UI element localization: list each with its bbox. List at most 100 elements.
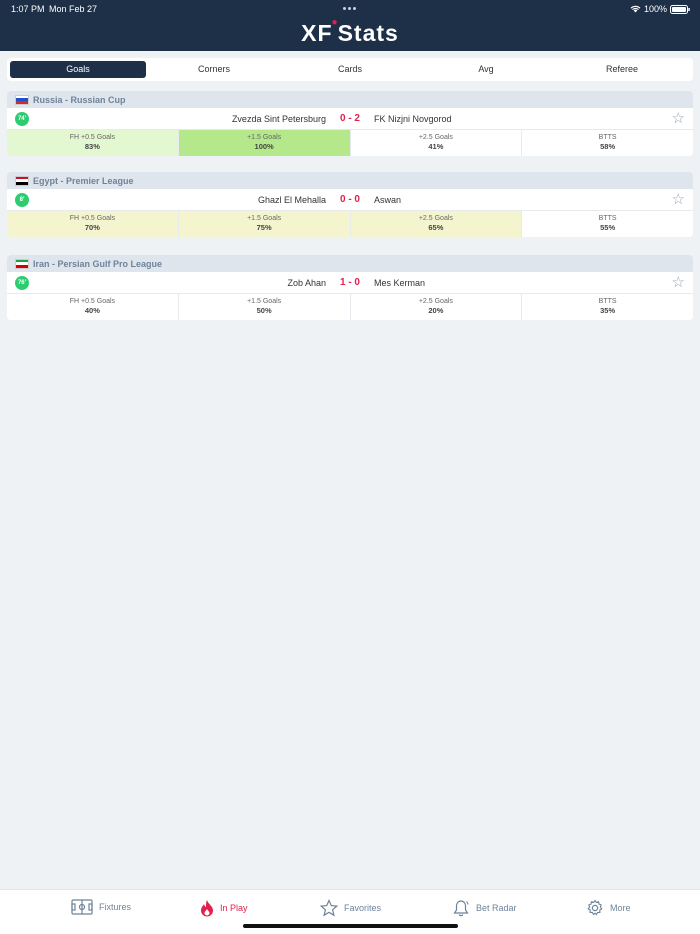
- stat-value: 58%: [600, 142, 616, 151]
- bell-icon: [452, 899, 470, 917]
- away-team: FK Nizjni Novgorod: [374, 114, 452, 124]
- pitch-icon: [71, 899, 93, 915]
- stat-value: 40%: [84, 306, 100, 315]
- gear-icon: [586, 899, 604, 917]
- tab-corners[interactable]: Corners: [146, 61, 282, 78]
- stats-row: FH +0.5 Goals 70% +1.5 Goals 75% +2.5 Go…: [7, 211, 693, 237]
- away-team: Mes Kerman: [374, 278, 426, 288]
- stat-label: FH +0.5 Goals: [69, 215, 116, 222]
- tabbar-label: More: [610, 903, 631, 913]
- multitask-dots-icon[interactable]: [343, 7, 356, 10]
- favorite-star-icon[interactable]: ☆: [672, 192, 685, 207]
- league-header[interactable]: Russia - Russian Cup: [7, 91, 693, 108]
- stat-cell[interactable]: FH +0.5 Goals 83%: [7, 130, 179, 156]
- tabbar-item-fixtures[interactable]: Fixtures: [71, 899, 131, 915]
- stat-cell[interactable]: BTTS 55%: [522, 211, 693, 237]
- battery-icon: [670, 4, 690, 14]
- match-score: 0 - 2: [339, 113, 360, 124]
- stat-value: 50%: [256, 306, 272, 315]
- stat-label: +2.5 Goals: [418, 134, 453, 141]
- category-tabs: Goals Corners Cards Avg Referee: [7, 58, 693, 81]
- stat-cell[interactable]: BTTS 35%: [522, 294, 693, 320]
- stat-cell[interactable]: +1.5 Goals 50%: [178, 294, 351, 320]
- stats-row: FH +0.5 Goals 83% +1.5 Goals 100% +2.5 G…: [7, 130, 693, 156]
- stat-label: BTTS: [598, 134, 617, 141]
- stat-label: +1.5 Goals: [247, 298, 282, 305]
- live-minute-badge: 8': [15, 193, 29, 207]
- home-team: Zvezda Sint Petersburg: [231, 114, 326, 124]
- away-team: Aswan: [374, 195, 402, 205]
- stats-row: FH +0.5 Goals 40% +1.5 Goals 50% +2.5 Go…: [7, 294, 693, 320]
- live-minute-badge: 76': [15, 276, 29, 290]
- stat-value: 20%: [428, 306, 444, 315]
- league-card: Egypt - Premier League 8' Ghazl El Mehal…: [7, 172, 693, 237]
- league-card: Iran - Persian Gulf Pro League 76' Zob A…: [7, 255, 693, 320]
- match-row[interactable]: 8' Ghazl El Mehalla 0 - 0 Aswan ☆: [7, 189, 693, 211]
- tabbar-label: Favorites: [344, 903, 382, 913]
- star-icon: [320, 899, 338, 917]
- league-header[interactable]: Iran - Persian Gulf Pro League: [7, 255, 693, 272]
- fire-icon: [200, 899, 214, 917]
- stat-value: 55%: [600, 223, 616, 232]
- league-name: Russia - Russian Cup: [33, 94, 126, 105]
- status-time: 1:07 PM: [11, 4, 45, 14]
- stat-label: +2.5 Goals: [418, 298, 453, 305]
- stat-value: 83%: [84, 142, 100, 151]
- stat-cell[interactable]: BTTS 58%: [522, 130, 693, 156]
- tab-avg[interactable]: Avg: [418, 61, 554, 78]
- logo-text-right: Stats: [337, 20, 399, 46]
- stat-label: FH +0.5 Goals: [69, 134, 116, 141]
- stat-label: FH +0.5 Goals: [69, 298, 116, 305]
- stat-label: +2.5 Goals: [418, 215, 453, 222]
- tabbar-item-in-play[interactable]: In Play: [200, 899, 248, 917]
- stat-cell[interactable]: +1.5 Goals 75%: [178, 211, 351, 237]
- stat-value: 75%: [256, 223, 272, 232]
- stat-label: BTTS: [598, 215, 617, 222]
- country-flag-icon: [15, 175, 29, 186]
- tabbar-label: In Play: [220, 903, 248, 913]
- match-row[interactable]: 76' Zob Ahan 1 - 0 Mes Kerman ☆: [7, 272, 693, 294]
- stat-cell[interactable]: +2.5 Goals 41%: [350, 130, 523, 156]
- stat-value: 65%: [428, 223, 444, 232]
- stat-value: 70%: [84, 223, 100, 232]
- app-logo: XF●Stats: [0, 17, 700, 47]
- tabbar-label: Bet Radar: [476, 903, 517, 913]
- league-header[interactable]: Egypt - Premier League: [7, 172, 693, 189]
- home-team: Zob Ahan: [287, 278, 326, 288]
- league-name: Iran - Persian Gulf Pro League: [33, 258, 163, 269]
- country-flag-icon: [15, 94, 29, 105]
- match-row[interactable]: 74' Zvezda Sint Petersburg 0 - 2 FK Nizj…: [7, 108, 693, 130]
- tabbar-item-bet-radar[interactable]: Bet Radar: [452, 899, 517, 917]
- stat-cell[interactable]: FH +0.5 Goals 40%: [7, 294, 179, 320]
- home-indicator[interactable]: [243, 924, 458, 928]
- stat-cell[interactable]: +2.5 Goals 65%: [350, 211, 523, 237]
- live-minute-badge: 74': [15, 112, 29, 126]
- league-name: Egypt - Premier League: [33, 175, 134, 186]
- favorite-star-icon[interactable]: ☆: [672, 275, 685, 290]
- tabbar-item-more[interactable]: More: [586, 899, 631, 917]
- wifi-icon: [630, 5, 641, 13]
- home-team: Ghazl El Mehalla: [257, 195, 326, 205]
- favorite-star-icon[interactable]: ☆: [672, 111, 685, 126]
- tab-referee[interactable]: Referee: [554, 61, 690, 78]
- stat-cell[interactable]: +1.5 Goals 100%: [178, 130, 351, 156]
- stat-label: +1.5 Goals: [247, 215, 282, 222]
- status-date: Mon Feb 27: [49, 4, 98, 14]
- tabbar-item-favorites[interactable]: Favorites: [320, 899, 381, 917]
- stat-value: 41%: [428, 142, 444, 151]
- tab-goals[interactable]: Goals: [10, 61, 146, 78]
- stat-label: BTTS: [598, 298, 617, 305]
- app-header: 1:07 PM Mon Feb 27 100% XF●Stats: [0, 0, 700, 51]
- tab-cards[interactable]: Cards: [282, 61, 418, 78]
- logo-accent-dot: ●: [331, 17, 339, 28]
- battery-percent: 100%: [643, 4, 667, 14]
- stat-cell[interactable]: +2.5 Goals 20%: [350, 294, 523, 320]
- match-score: 1 - 0: [339, 277, 360, 288]
- league-card: Russia - Russian Cup 74' Zvezda Sint Pet…: [7, 91, 693, 156]
- tabbar-label: Fixtures: [99, 902, 132, 912]
- match-score: 0 - 0: [339, 194, 360, 205]
- country-flag-icon: [15, 258, 29, 269]
- stat-cell[interactable]: FH +0.5 Goals 70%: [7, 211, 179, 237]
- status-battery: 100%: [630, 4, 690, 14]
- stat-value: 100%: [254, 142, 274, 151]
